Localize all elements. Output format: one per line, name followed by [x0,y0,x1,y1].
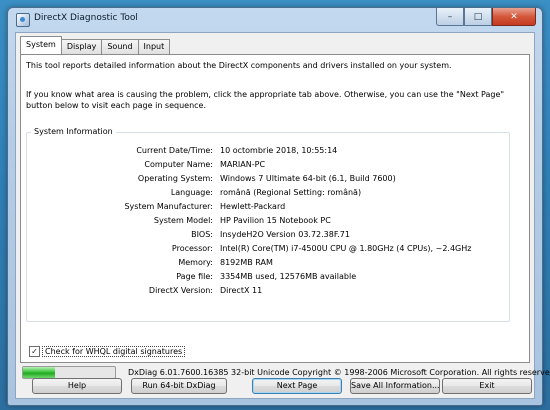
info-row-memory: Memory: 8192MB RAM [27,258,509,270]
tab-strip: System Display Sound Input [20,36,171,54]
info-label: Current Date/Time: [136,146,213,155]
info-label: Language: [170,188,213,197]
caption-buttons: – □ ✕ [436,8,536,26]
info-value: Windows 7 Ultimate 64-bit (6.1, Build 76… [220,174,396,183]
info-label: Memory: [178,258,213,267]
info-value: 3354MB used, 12576MB available [220,272,357,281]
info-row-operating-system: Operating System: Windows 7 Ultimate 64-… [27,174,509,186]
exit-button[interactable]: Exit [442,378,532,394]
info-value: 10 octombrie 2018, 10:55:14 [220,146,338,155]
run-64bit-dxdiag-button[interactable]: Run 64-bit DxDiag [131,378,227,394]
info-row-manufacturer: System Manufacturer: Hewlett-Packard [27,202,509,214]
info-value: HP Pavilion 15 Notebook PC [220,216,331,225]
info-row-bios: BIOS: InsydeH2O Version 03.72.38F.71 [27,230,509,242]
minimize-button[interactable]: – [436,8,464,26]
info-value: Hewlett-Packard [220,202,286,211]
dxdiag-window: DirectX Diagnostic Tool – □ ✕ System Dis… [7,7,550,406]
save-all-information-button[interactable]: Save All Information... [350,378,440,394]
group-title: System Information [31,127,116,136]
info-row-page-file: Page file: 3354MB used, 12576MB availabl… [27,272,509,284]
copyright-status-text: DxDiag 6.01.7600.16385 32-bit Unicode Co… [128,368,550,377]
info-row-computer-name: Computer Name: MARIAN-PC [27,160,509,172]
tab-input[interactable]: Input [137,39,171,54]
help-button[interactable]: Help [32,378,122,394]
tab-display[interactable]: Display [60,39,103,54]
next-page-button[interactable]: Next Page [252,378,342,394]
info-value: 8192MB RAM [220,258,273,267]
info-row-directx-version: DirectX Version: DirectX 11 [27,286,509,298]
info-row-language: Language: română (Regional Setting: româ… [27,188,509,200]
tab-sound[interactable]: Sound [101,39,139,54]
maximize-button[interactable]: □ [464,8,492,26]
info-row-processor: Processor: Intel(R) Core(TM) i7-4500U CP… [27,244,509,256]
system-information-group: System Information Current Date/Time: 10… [26,127,510,322]
client-area: System Display Sound Input This tool rep… [15,32,550,399]
tab-system[interactable]: System [20,36,62,54]
info-value: DirectX 11 [220,286,263,295]
info-label: Computer Name: [144,160,213,169]
info-label: System Model: [153,216,213,225]
info-value: InsydeH2O Version 03.72.38F.71 [220,230,350,239]
info-value: română (Regional Setting: română) [220,188,362,197]
info-row-datetime: Current Date/Time: 10 octombrie 2018, 10… [27,146,509,158]
system-tab-panel: This tool reports detailed information a… [20,54,530,363]
whql-checkbox[interactable]: ✓ [29,346,40,357]
whql-checkbox-label[interactable]: Check for WHQL digital signatures [42,346,186,357]
info-label: BIOS: [191,230,213,239]
close-button[interactable]: ✕ [492,8,536,26]
whql-checkbox-row[interactable]: ✓ Check for WHQL digital signatures [29,346,186,357]
info-row-model: System Model: HP Pavilion 15 Notebook PC [27,216,509,228]
info-label: Processor: [171,244,213,253]
info-label: System Manufacturer: [124,202,213,211]
intro-text: This tool reports detailed information a… [26,61,452,70]
info-value: MARIAN-PC [220,160,266,169]
info-label: DirectX Version: [148,286,213,295]
info-label: Page file: [176,272,213,281]
dxdiag-app-icon [16,13,30,27]
window-title: DirectX Diagnostic Tool [34,13,138,23]
title-bar[interactable]: DirectX Diagnostic Tool – □ ✕ [8,8,542,30]
info-value: Intel(R) Core(TM) i7-4500U CPU @ 1.80GHz… [220,244,472,253]
info-label: Operating System: [137,174,213,183]
intro-instructions: If you know what area is causing the pro… [26,90,505,110]
progress-bar-fill [23,367,56,378]
